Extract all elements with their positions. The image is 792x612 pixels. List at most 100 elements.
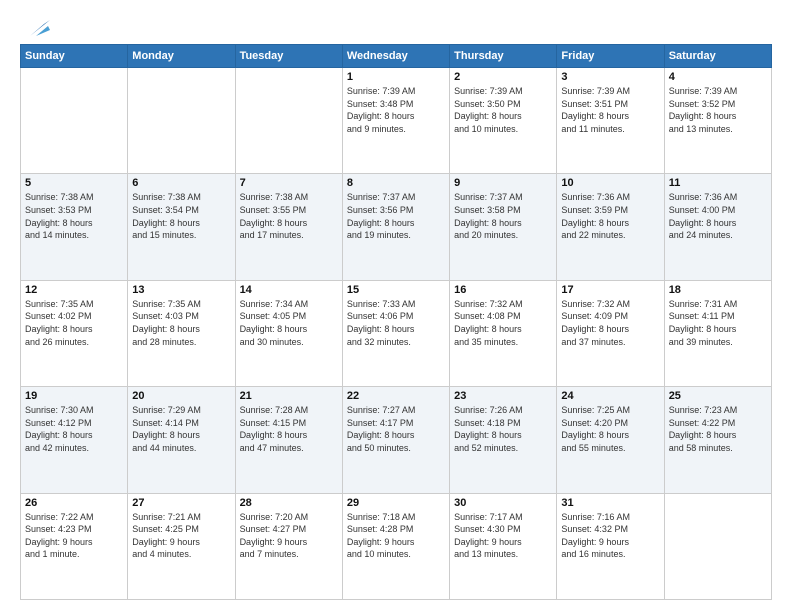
day-info: Sunrise: 7:32 AM Sunset: 4:09 PM Dayligh… <box>561 298 659 348</box>
calendar-cell: 16Sunrise: 7:32 AM Sunset: 4:08 PM Dayli… <box>450 280 557 386</box>
day-info: Sunrise: 7:38 AM Sunset: 3:53 PM Dayligh… <box>25 191 123 241</box>
calendar-cell: 17 Sunrise: 7:32 AM Sunset: 4:09 PM Dayli… <box>557 280 664 386</box>
day-number: 12 <box>25 284 123 296</box>
calendar-cell: 4 Sunrise: 7:39 AM Sunset: 3:52 PM Daylig… <box>664 68 771 174</box>
weekday-header-friday: Friday <box>557 45 664 68</box>
day-info: Sunrise: 7:18 AM Sunset: 4:28 PM Dayligh… <box>347 511 445 561</box>
calendar-cell: 11Sunrise: 7:36 AM Sunset: 4:00 PM Dayli… <box>664 174 771 280</box>
day-info: Sunrise: 7:39 AM Sunset: 3:50 PM Dayligh… <box>454 85 552 135</box>
day-number: 4 <box>669 71 767 83</box>
day-number: 9 <box>454 177 552 189</box>
calendar-cell: 31 Sunrise: 7:16 AM Sunset: 4:32 PM Dayli… <box>557 493 664 599</box>
calendar-cell: 5Sunrise: 7:38 AM Sunset: 3:53 PM Daylig… <box>21 174 128 280</box>
day-info: Sunrise: 7:39 AM Sunset: 3:48 PM Dayligh… <box>347 85 445 135</box>
calendar-cell: 13Sunrise: 7:35 AM Sunset: 4:03 PM Dayli… <box>128 280 235 386</box>
day-number: 31 <box>561 497 659 509</box>
calendar-table: SundayMondayTuesdayWednesdayThursdayFrid… <box>20 44 772 600</box>
calendar-cell <box>128 68 235 174</box>
weekday-header-tuesday: Tuesday <box>235 45 342 68</box>
weekday-header-sunday: Sunday <box>21 45 128 68</box>
day-number: 3 <box>561 71 659 83</box>
day-info: Sunrise: 7:16 AM Sunset: 4:32 PM Dayligh… <box>561 511 659 561</box>
calendar-cell <box>664 493 771 599</box>
day-info: Sunrise: 7:34 AM Sunset: 4:05 PM Dayligh… <box>240 298 338 348</box>
calendar-cell: 18 Sunrise: 7:31 AM Sunset: 4:11 PM Dayli… <box>664 280 771 386</box>
calendar-cell: 20 Sunrise: 7:29 AM Sunset: 4:14 PM Dayli… <box>128 387 235 493</box>
page: SundayMondayTuesdayWednesdayThursdayFrid… <box>0 0 792 612</box>
day-info: Sunrise: 7:22 AM Sunset: 4:23 PM Dayligh… <box>25 511 123 561</box>
calendar-cell <box>21 68 128 174</box>
calendar-cell: 19 Sunrise: 7:30 AM Sunset: 4:12 PM Dayli… <box>21 387 128 493</box>
day-number: 30 <box>454 497 552 509</box>
calendar-week-2: 5Sunrise: 7:38 AM Sunset: 3:53 PM Daylig… <box>21 174 772 280</box>
day-info: Sunrise: 7:37 AM Sunset: 3:56 PM Dayligh… <box>347 191 445 241</box>
calendar-cell: 10Sunrise: 7:36 AM Sunset: 3:59 PM Dayli… <box>557 174 664 280</box>
day-info: Sunrise: 7:30 AM Sunset: 4:12 PM Dayligh… <box>25 404 123 454</box>
day-info: Sunrise: 7:38 AM Sunset: 3:54 PM Dayligh… <box>132 191 230 241</box>
day-number: 19 <box>25 390 123 402</box>
day-number: 18 <box>669 284 767 296</box>
day-info: Sunrise: 7:28 AM Sunset: 4:15 PM Dayligh… <box>240 404 338 454</box>
day-info: Sunrise: 7:21 AM Sunset: 4:25 PM Dayligh… <box>132 511 230 561</box>
calendar-cell: 9 Sunrise: 7:37 AM Sunset: 3:58 PM Daylig… <box>450 174 557 280</box>
day-number: 14 <box>240 284 338 296</box>
calendar-week-3: 12 Sunrise: 7:35 AM Sunset: 4:02 PM Dayli… <box>21 280 772 386</box>
day-info: Sunrise: 7:36 AM Sunset: 3:59 PM Dayligh… <box>561 191 659 241</box>
calendar-cell: 22 Sunrise: 7:27 AM Sunset: 4:17 PM Dayli… <box>342 387 449 493</box>
day-info: Sunrise: 7:39 AM Sunset: 3:52 PM Dayligh… <box>669 85 767 135</box>
day-number: 22 <box>347 390 445 402</box>
day-number: 24 <box>561 390 659 402</box>
calendar-cell: 8 Sunrise: 7:37 AM Sunset: 3:56 PM Daylig… <box>342 174 449 280</box>
day-info: Sunrise: 7:29 AM Sunset: 4:14 PM Dayligh… <box>132 404 230 454</box>
calendar-cell: 21 Sunrise: 7:28 AM Sunset: 4:15 PM Dayli… <box>235 387 342 493</box>
calendar-cell <box>235 68 342 174</box>
calendar-cell: 7 Sunrise: 7:38 AM Sunset: 3:55 PM Daylig… <box>235 174 342 280</box>
day-info: Sunrise: 7:33 AM Sunset: 4:06 PM Dayligh… <box>347 298 445 348</box>
day-number: 28 <box>240 497 338 509</box>
day-number: 1 <box>347 71 445 83</box>
weekday-header-monday: Monday <box>128 45 235 68</box>
calendar-week-5: 26 Sunrise: 7:22 AM Sunset: 4:23 PM Dayli… <box>21 493 772 599</box>
day-info: Sunrise: 7:20 AM Sunset: 4:27 PM Dayligh… <box>240 511 338 561</box>
calendar-cell: 6 Sunrise: 7:38 AM Sunset: 3:54 PM Daylig… <box>128 174 235 280</box>
day-info: Sunrise: 7:17 AM Sunset: 4:30 PM Dayligh… <box>454 511 552 561</box>
calendar-week-4: 19 Sunrise: 7:30 AM Sunset: 4:12 PM Dayli… <box>21 387 772 493</box>
day-info: Sunrise: 7:38 AM Sunset: 3:55 PM Dayligh… <box>240 191 338 241</box>
day-number: 2 <box>454 71 552 83</box>
day-number: 8 <box>347 177 445 189</box>
day-number: 20 <box>132 390 230 402</box>
calendar-cell: 27Sunrise: 7:21 AM Sunset: 4:25 PM Dayli… <box>128 493 235 599</box>
day-info: Sunrise: 7:35 AM Sunset: 4:02 PM Dayligh… <box>25 298 123 348</box>
day-info: Sunrise: 7:37 AM Sunset: 3:58 PM Dayligh… <box>454 191 552 241</box>
day-number: 23 <box>454 390 552 402</box>
calendar-cell: 12 Sunrise: 7:35 AM Sunset: 4:02 PM Dayli… <box>21 280 128 386</box>
day-number: 26 <box>25 497 123 509</box>
weekday-header-wednesday: Wednesday <box>342 45 449 68</box>
day-info: Sunrise: 7:31 AM Sunset: 4:11 PM Dayligh… <box>669 298 767 348</box>
day-number: 6 <box>132 177 230 189</box>
day-number: 11 <box>669 177 767 189</box>
day-number: 17 <box>561 284 659 296</box>
calendar-cell: 25 Sunrise: 7:23 AM Sunset: 4:22 PM Dayli… <box>664 387 771 493</box>
calendar-cell: 2 Sunrise: 7:39 AM Sunset: 3:50 PM Daylig… <box>450 68 557 174</box>
calendar-cell: 26 Sunrise: 7:22 AM Sunset: 4:23 PM Dayli… <box>21 493 128 599</box>
day-info: Sunrise: 7:26 AM Sunset: 4:18 PM Dayligh… <box>454 404 552 454</box>
day-number: 15 <box>347 284 445 296</box>
logo-icon <box>22 18 52 40</box>
day-number: 13 <box>132 284 230 296</box>
calendar-cell: 30 Sunrise: 7:17 AM Sunset: 4:30 PM Dayli… <box>450 493 557 599</box>
calendar-cell: 14 Sunrise: 7:34 AM Sunset: 4:05 PM Dayli… <box>235 280 342 386</box>
day-number: 16 <box>454 284 552 296</box>
day-number: 21 <box>240 390 338 402</box>
calendar-cell: 15 Sunrise: 7:33 AM Sunset: 4:06 PM Dayli… <box>342 280 449 386</box>
calendar-cell: 23 Sunrise: 7:26 AM Sunset: 4:18 PM Dayli… <box>450 387 557 493</box>
day-number: 7 <box>240 177 338 189</box>
day-number: 25 <box>669 390 767 402</box>
header <box>20 16 772 36</box>
day-info: Sunrise: 7:23 AM Sunset: 4:22 PM Dayligh… <box>669 404 767 454</box>
calendar-cell: 24Sunrise: 7:25 AM Sunset: 4:20 PM Dayli… <box>557 387 664 493</box>
logo <box>20 20 52 36</box>
weekday-header-saturday: Saturday <box>664 45 771 68</box>
day-info: Sunrise: 7:27 AM Sunset: 4:17 PM Dayligh… <box>347 404 445 454</box>
calendar-cell: 3Sunrise: 7:39 AM Sunset: 3:51 PM Daylig… <box>557 68 664 174</box>
